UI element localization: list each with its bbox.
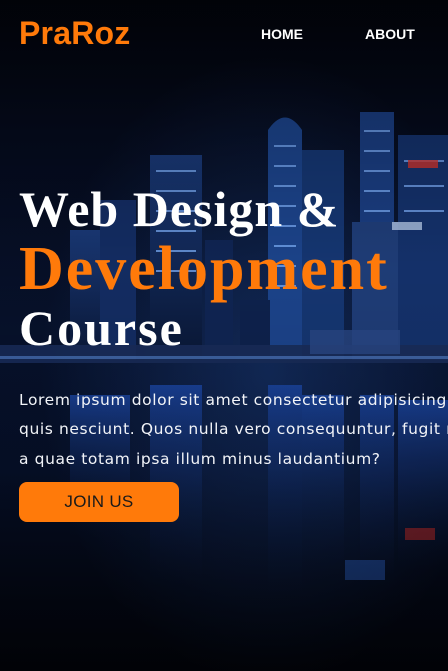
headline-line-3: Course bbox=[19, 300, 184, 356]
headline-line-2-accent: Development bbox=[19, 235, 389, 303]
nav-link-home[interactable]: HOME bbox=[261, 26, 303, 42]
description-line-2: quis nesciunt. Quos nulla vero consequun… bbox=[19, 420, 448, 438]
description-line-3: a quae totam ipsa illum minus laudantium… bbox=[19, 449, 381, 468]
hero-headline: Web Design & Development Course bbox=[19, 180, 448, 356]
brand-logo[interactable]: PraRoz bbox=[19, 15, 130, 52]
headline-line-1: Web Design & bbox=[19, 181, 340, 237]
hero-description: Lorem ipsum dolor sit amet consectetur a… bbox=[19, 386, 448, 475]
description-line-1: Lorem ipsum dolor sit amet consectetur a… bbox=[19, 390, 448, 409]
navbar: PraRoz HOME ABOUT bbox=[0, 0, 448, 68]
nav-link-about[interactable]: ABOUT bbox=[365, 26, 415, 42]
join-us-button[interactable]: JOIN US bbox=[19, 482, 179, 522]
